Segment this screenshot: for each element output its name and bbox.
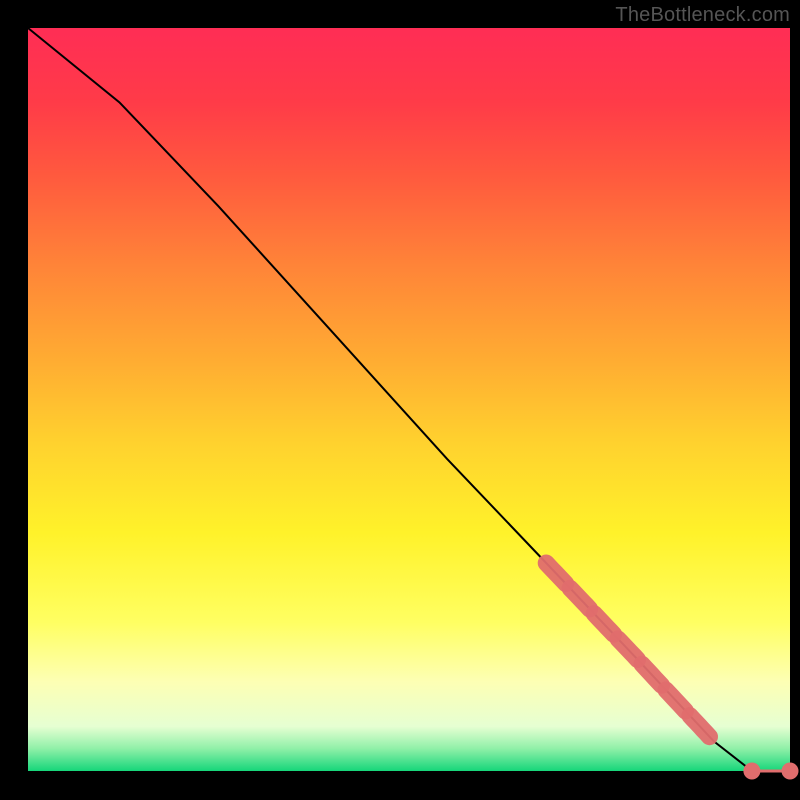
bottleneck-chart (0, 0, 800, 800)
watermark-text: TheBottleneck.com (615, 4, 790, 27)
plot-background (28, 28, 790, 771)
